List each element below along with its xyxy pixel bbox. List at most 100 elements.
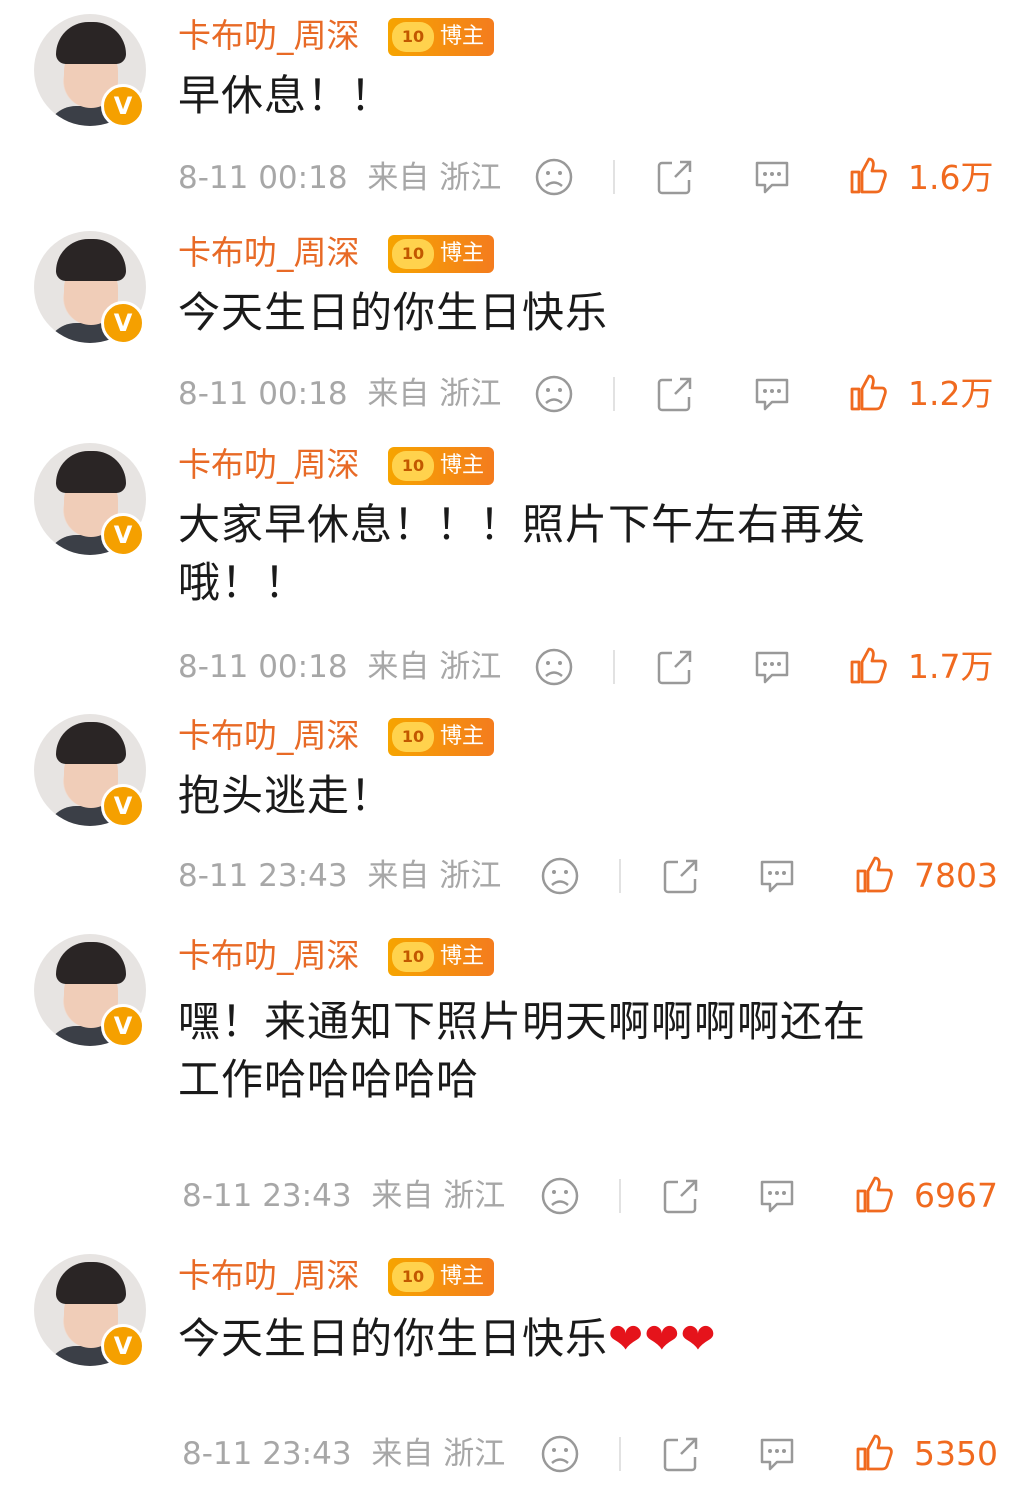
like-count: 1.7万 [908, 647, 994, 686]
crown-icon: 10 [392, 942, 434, 972]
comment-source: 来自 浙江 [367, 858, 502, 894]
sad-face-icon[interactable] [534, 647, 574, 687]
divider [619, 1179, 621, 1213]
comment-date: 8-11 23:43 [182, 1178, 352, 1214]
crown-icon: 10 [392, 1262, 434, 1292]
verified-v-icon: V [101, 1324, 145, 1368]
comment-text-line: 工作哈哈哈哈哈 [178, 1055, 480, 1104]
comment-source: 来自 浙江 [367, 376, 502, 412]
comment-meta: 8-11 00:18 来自 浙江 [178, 374, 501, 414]
blogger-badge: 10 博主 [388, 1258, 494, 1296]
author-name[interactable]: 卡布叻_周深 [178, 714, 360, 758]
thumbs-up-icon[interactable] [848, 645, 888, 685]
badge-label: 博主 [440, 724, 485, 749]
sad-face-icon[interactable] [540, 1434, 580, 1474]
badge-label: 博主 [440, 24, 485, 49]
sad-face-icon[interactable] [540, 1176, 580, 1216]
comment-date: 8-11 23:43 [178, 858, 348, 894]
like-count: 5350 [914, 1434, 998, 1473]
blogger-badge: 10 博主 [388, 18, 494, 56]
comment-source: 来自 浙江 [371, 1436, 506, 1472]
share-icon[interactable] [655, 374, 695, 414]
blogger-badge: 10 博主 [388, 235, 494, 273]
like-count: 7803 [914, 856, 998, 895]
comment-item: V 卡布叻_周深 10 博主 嘿！来通知下照片明天啊啊啊啊还在 工作哈哈哈哈哈 … [0, 920, 1024, 1225]
author-name[interactable]: 卡布叻_周深 [178, 14, 360, 58]
comment-item: V 卡布叻_周深 10 博主 大家早休息！！！照片下午左右再发 哦！！ 8-11… [0, 429, 1024, 704]
comment-icon[interactable] [757, 1434, 797, 1474]
comment-item: V 卡布叻_周深 10 博主 今天生日的你生日快乐 8-11 00:18 来自 … [0, 217, 1024, 432]
comment-icon[interactable] [752, 647, 792, 687]
like-count: 1.6万 [908, 158, 994, 197]
divider [613, 160, 615, 194]
author-name[interactable]: 卡布叻_周深 [178, 1254, 360, 1298]
comment-text: 早休息！！ [178, 71, 394, 120]
crown-icon: 10 [392, 722, 434, 752]
verified-v-icon: V [101, 1004, 145, 1048]
divider [619, 859, 621, 893]
comment-item: V 卡布叻_周深 10 博主 抱头逃走！ 8-11 23:43 来自 浙江 78… [0, 700, 1024, 915]
verified-v-icon: V [101, 301, 145, 345]
comment-source: 来自 浙江 [367, 649, 502, 685]
thumbs-up-icon[interactable] [848, 372, 888, 412]
comment-text: 嘿！来通知下照片明天啊啊啊啊还在 工作哈哈哈哈哈 [178, 993, 978, 1109]
badge-label: 博主 [440, 944, 485, 969]
comment-text: 今天生日的你生日快乐❤❤❤ [178, 1310, 978, 1368]
comment-date: 8-11 23:43 [182, 1436, 352, 1472]
comment-text: 大家早休息！！！照片下午左右再发 哦！！ [178, 496, 978, 612]
comment-icon[interactable] [757, 856, 797, 896]
badge-label: 博主 [440, 241, 485, 266]
verified-v-icon: V [101, 784, 145, 828]
thumbs-up-icon[interactable] [854, 854, 894, 894]
blogger-badge: 10 博主 [388, 447, 494, 485]
verified-v-icon: V [101, 84, 145, 128]
like-count: 1.2万 [908, 374, 994, 413]
badge-label: 博主 [440, 1264, 485, 1289]
comment-item: V 卡布叻_周深 10 博主 今天生日的你生日快乐❤❤❤ 8-11 23:43 … [0, 1240, 1024, 1494]
blogger-badge: 10 博主 [388, 718, 494, 756]
comment-icon[interactable] [752, 374, 792, 414]
comment-meta: 8-11 23:43 来自 浙江 [182, 1176, 505, 1216]
crown-icon: 10 [392, 22, 434, 52]
comment-date: 8-11 00:18 [178, 649, 348, 685]
comment-source: 来自 浙江 [371, 1178, 506, 1214]
share-icon[interactable] [655, 647, 695, 687]
divider [613, 377, 615, 411]
comment-source: 来自 浙江 [367, 160, 502, 196]
thumbs-up-icon[interactable] [854, 1174, 894, 1214]
divider [613, 650, 615, 684]
thumbs-up-icon[interactable] [848, 155, 888, 195]
comment-text-line: 哦！！ [178, 558, 308, 607]
blogger-badge: 10 博主 [388, 938, 494, 976]
author-name[interactable]: 卡布叻_周深 [178, 231, 360, 275]
verified-v-icon: V [101, 513, 145, 557]
comment-item: V 卡布叻_周深 10 博主 早休息！！ 8-11 00:18 来自 浙江 1.… [0, 0, 1024, 215]
comment-icon[interactable] [752, 157, 792, 197]
divider [619, 1437, 621, 1471]
like-count: 6967 [914, 1176, 998, 1215]
comment-meta: 8-11 23:43 来自 浙江 [182, 1434, 505, 1474]
sad-face-icon[interactable] [540, 856, 580, 896]
sad-face-icon[interactable] [534, 157, 574, 197]
heart-emoji: ❤❤❤ [608, 1314, 717, 1363]
comment-date: 8-11 00:18 [178, 160, 348, 196]
comment-text: 今天生日的你生日快乐 [178, 288, 609, 337]
sad-face-icon[interactable] [534, 374, 574, 414]
share-icon[interactable] [661, 856, 701, 896]
comment-date: 8-11 00:18 [178, 376, 348, 412]
badge-label: 博主 [440, 453, 485, 478]
author-name[interactable]: 卡布叻_周深 [178, 443, 360, 487]
author-name[interactable]: 卡布叻_周深 [178, 934, 360, 978]
comment-icon[interactable] [757, 1176, 797, 1216]
share-icon[interactable] [661, 1434, 701, 1474]
crown-icon: 10 [392, 239, 434, 269]
comment-meta: 8-11 00:18 来自 浙江 [178, 647, 501, 687]
comment-text-line: 嘿！来通知下照片明天啊啊啊啊还在 [178, 997, 867, 1046]
comment-text-line: 大家早休息！！！照片下午左右再发 [178, 500, 867, 549]
share-icon[interactable] [655, 157, 695, 197]
comment-meta: 8-11 23:43 来自 浙江 [178, 856, 501, 896]
share-icon[interactable] [661, 1176, 701, 1216]
comment-text-body: 今天生日的你生日快乐 [178, 1314, 609, 1363]
thumbs-up-icon[interactable] [854, 1432, 894, 1472]
comment-text: 抱头逃走！ [178, 771, 394, 820]
